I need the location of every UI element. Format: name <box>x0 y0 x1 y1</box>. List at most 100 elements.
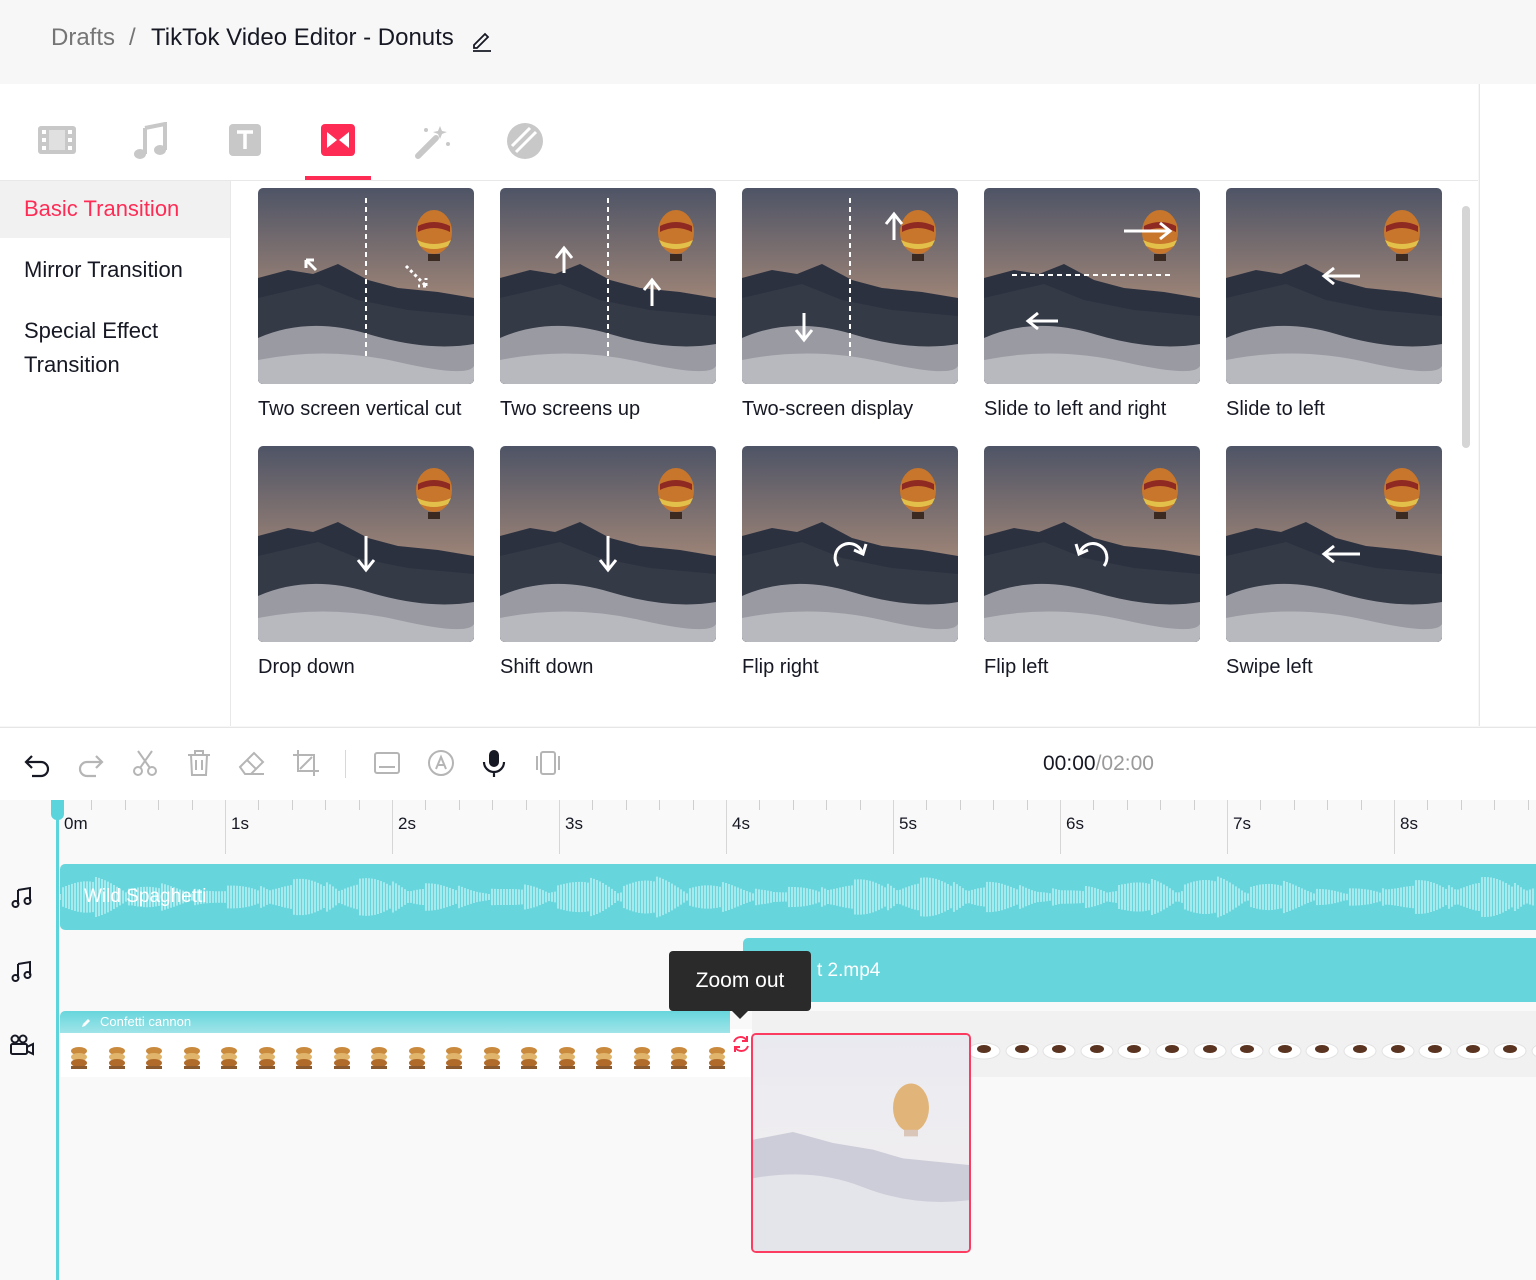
donut-frame <box>139 1039 169 1075</box>
plate-frame <box>1417 1027 1453 1067</box>
tab-media[interactable] <box>24 102 90 180</box>
ruler-minor-tick <box>459 800 460 810</box>
ruler-major-tick <box>726 800 727 854</box>
transition-slot[interactable] <box>730 1029 752 1077</box>
ruler-minor-tick <box>1260 800 1261 810</box>
ruler-minor-tick <box>1127 800 1128 810</box>
category-mirror-transition[interactable]: Mirror Transition <box>0 253 230 287</box>
grid-scrollbar[interactable] <box>1462 206 1470 448</box>
project-title: TikTok Video Editor - Donuts <box>151 24 454 52</box>
plate-frame <box>1004 1027 1040 1067</box>
plate-frame <box>1041 1027 1077 1067</box>
ruler-major-tick <box>392 800 393 854</box>
transition-card[interactable]: Two screen vertical cut <box>258 188 474 421</box>
ruler-minor-tick <box>659 800 660 810</box>
plate-frame <box>1192 1027 1228 1067</box>
category-basic-transition[interactable]: Basic Transition <box>0 181 230 238</box>
transition-thumbnail <box>258 446 474 642</box>
donut-frame <box>702 1039 731 1075</box>
edit-title-icon[interactable] <box>471 28 493 57</box>
plate-frame <box>1267 1027 1303 1067</box>
transition-card[interactable]: Two-screen display <box>742 188 958 421</box>
breadcrumb-separator: / <box>129 24 136 52</box>
tab-transitions[interactable] <box>305 102 371 180</box>
ruler-minor-tick <box>1194 800 1195 810</box>
crop-icon[interactable] <box>291 748 321 778</box>
transition-thumbnail <box>500 446 716 642</box>
audio-clip-donut[interactable]: t 2.mp4 <box>743 938 1536 1002</box>
undo-icon[interactable] <box>22 748 52 778</box>
tab-music[interactable] <box>118 102 184 180</box>
donut-frame <box>439 1039 469 1075</box>
transition-label: Flip right <box>742 656 958 679</box>
microphone-icon[interactable] <box>479 748 509 778</box>
audio-clip-label: Wild Spaghetti <box>84 886 207 908</box>
category-special-effect-transition[interactable]: Special Effect Transition <box>0 314 210 382</box>
plate-frame <box>966 1027 1002 1067</box>
tab-effects[interactable] <box>399 102 465 180</box>
ruler-minor-tick <box>1093 800 1094 810</box>
ruler-minor-tick <box>960 800 961 810</box>
audio-clip-wild-spaghetti[interactable]: Wild Spaghetti <box>60 864 1536 930</box>
tab-text[interactable] <box>212 102 278 180</box>
dragging-transition-preview[interactable] <box>751 1033 971 1253</box>
donut-frame <box>402 1039 432 1075</box>
donut-frame <box>514 1039 544 1075</box>
transition-label: Two screen vertical cut <box>258 398 474 421</box>
tool-tabs <box>0 84 1478 181</box>
split-icon[interactable] <box>130 748 160 778</box>
tab-stickers[interactable] <box>492 102 558 180</box>
donut-frame <box>364 1039 394 1075</box>
delete-icon[interactable] <box>184 748 214 778</box>
transition-card[interactable]: Slide to left and right <box>984 188 1200 421</box>
transition-card[interactable]: Flip right <box>742 446 958 679</box>
text-icon <box>228 122 262 158</box>
ruler-minor-tick <box>258 800 259 810</box>
transition-thumbnail <box>258 188 474 384</box>
transition-card[interactable]: Drop down <box>258 446 474 679</box>
donut-frame <box>289 1039 319 1075</box>
transition-thumbnail <box>742 188 958 384</box>
ruler-minor-tick <box>626 800 627 810</box>
ruler-minor-tick <box>759 800 760 810</box>
transition-refresh-icon[interactable] <box>730 1033 752 1055</box>
donut-frame <box>552 1039 582 1075</box>
plate-frame <box>1154 1027 1190 1067</box>
ruler-major-tick <box>1060 800 1061 854</box>
video-clip-donut-stack[interactable]: Confetti cannon <box>60 1011 730 1077</box>
plate-frame <box>1229 1027 1265 1067</box>
ruler-major-tick <box>893 800 894 854</box>
ruler-minor-tick <box>158 800 159 810</box>
ruler-minor-tick <box>1427 800 1428 810</box>
ruler-major-tick <box>1227 800 1228 854</box>
transition-thumbnail <box>500 188 716 384</box>
transition-thumbnail <box>984 446 1200 642</box>
freeze-frame-icon[interactable] <box>533 748 563 778</box>
playhead-handle[interactable] <box>51 800 64 820</box>
donut-frame <box>64 1039 94 1075</box>
donut-frame <box>252 1039 282 1075</box>
transition-card[interactable]: Slide to left <box>1226 188 1442 421</box>
auto-caption-icon[interactable] <box>426 748 456 778</box>
transition-card[interactable]: Flip left <box>984 446 1200 679</box>
transition-card[interactable]: Two screens up <box>500 188 716 421</box>
breadcrumb-drafts[interactable]: Drafts <box>51 24 115 52</box>
time-ruler[interactable]: 0m1s2s3s4s5s6s7s8s <box>0 800 1536 854</box>
playhead[interactable] <box>56 800 59 1280</box>
playback-time: 00:00/02:00 <box>1043 752 1154 776</box>
redo-icon[interactable] <box>76 748 106 778</box>
transition-card[interactable]: Swipe left <box>1226 446 1442 679</box>
ruler-label: 2s <box>398 814 416 834</box>
eraser-icon[interactable] <box>237 748 267 778</box>
transition-label: Drop down <box>258 656 474 679</box>
transition-card[interactable]: Shift down <box>500 446 716 679</box>
ruler-minor-tick <box>592 800 593 810</box>
plate-frame <box>1079 1027 1115 1067</box>
ruler-major-tick <box>1394 800 1395 854</box>
transition-label: Swipe left <box>1226 656 1442 679</box>
subtitle-icon[interactable] <box>372 748 402 778</box>
transition-label: Shift down <box>500 656 716 679</box>
ruler-minor-tick <box>860 800 861 810</box>
video-clip-icon <box>37 122 77 158</box>
ruler-minor-tick <box>1327 800 1328 810</box>
